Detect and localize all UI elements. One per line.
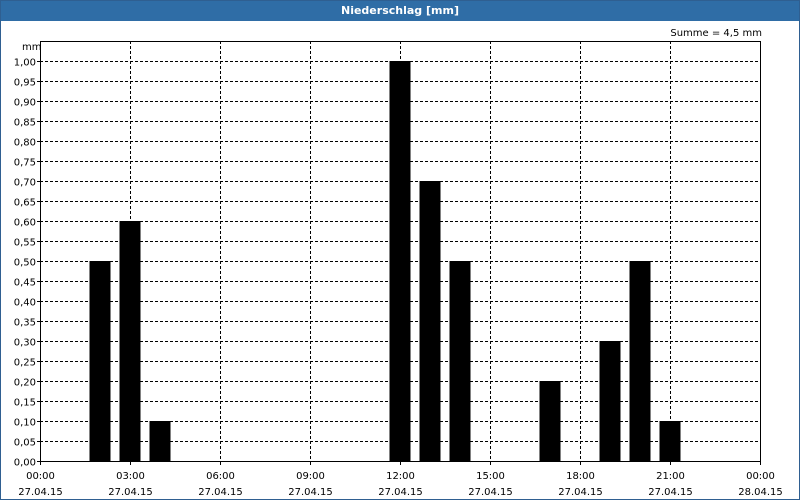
sum-annotation: Summe = 4,5 mm [670,28,762,39]
y-tick-label: 0,30 [14,338,36,349]
y-tick-label: 0,95 [14,78,36,89]
x-tick-date-label: 27.04.15 [18,487,63,498]
x-tick-time-label: 00:00 [26,471,55,482]
precipitation-bar [539,381,561,461]
precipitation-chart: 0,00 0,05 0,10 0,15 0,20 0,25 0,30 0,35 0,40 0,45… [14,28,783,498]
precipitation-bar [389,61,411,461]
precipitation-bar [629,261,651,461]
x-tick-date-label: 27.04.15 [108,487,153,498]
y-tick-label: 0,65 [14,198,36,209]
y-axis-unit-label: mm [22,42,41,53]
y-tick-label: 0,80 [14,138,36,149]
x-tick-date-label: 27.04.15 [648,487,693,498]
y-tick-label: 0,20 [14,378,36,389]
y-tick-label: 0,05 [14,438,36,449]
x-tick-time-label: 15:00 [476,471,505,482]
precipitation-bar [659,421,681,461]
precipitation-bar [149,421,171,461]
y-tick-label: 0,35 [14,318,36,329]
precipitation-bar [449,261,471,461]
y-tick-label: 0,55 [14,238,36,249]
precipitation-bar [599,341,621,461]
x-tick-date-label: 27.04.15 [558,487,603,498]
x-tick-time-label: 21:00 [656,471,685,482]
x-tick-time-label: 12:00 [386,471,415,482]
x-tick-date-label: 27.04.15 [378,487,423,498]
x-tick-date-label: 27.04.15 [288,487,333,498]
precipitation-bar [89,261,111,461]
y-tick-label: 0,50 [14,258,36,269]
x-tick-time-label: 03:00 [116,471,145,482]
y-tick-label: 0,15 [14,398,36,409]
y-tick-label: 0,75 [14,158,36,169]
x-tick-time-label: 09:00 [296,471,325,482]
x-tick-time-label: 00:00 [746,471,775,482]
y-tick-label: 0,25 [14,358,36,369]
precipitation-bar [419,181,441,461]
y-tick-label: 0,90 [14,98,36,109]
y-tick-label: 1,00 [14,58,36,69]
x-tick-time-label: 18:00 [566,471,595,482]
y-tick-label: 0,70 [14,178,36,189]
y-tick-label: 0,10 [14,418,36,429]
y-tick-label: 0,60 [14,218,36,229]
y-tick-label: 0,45 [14,278,36,289]
x-tick-date-label: 27.04.15 [198,487,243,498]
y-tick-label: 0,40 [14,298,36,309]
precipitation-bar [119,221,141,461]
x-tick-date-label: 27.04.15 [468,487,513,498]
y-tick-label: 0,00 [14,458,36,469]
x-tick-date-label: 28.04.15 [738,487,783,498]
y-tick-label: 0,85 [14,118,36,129]
x-tick-time-label: 06:00 [206,471,235,482]
